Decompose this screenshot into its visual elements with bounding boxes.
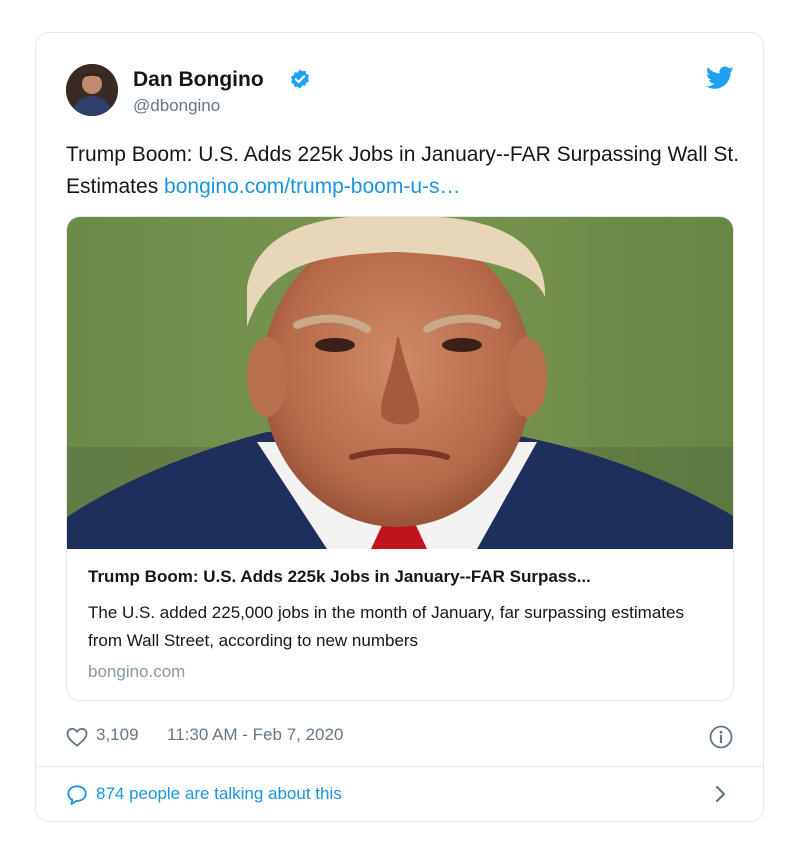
avatar-photo — [66, 64, 118, 116]
author-handle[interactable]: @dbongino — [133, 96, 220, 116]
divider — [36, 766, 763, 767]
link-card-title: Trump Boom: U.S. Adds 225k Jobs in Janua… — [88, 567, 591, 586]
link-card-description: The U.S. added 225,000 jobs in the month… — [88, 603, 684, 650]
chevron-right-icon[interactable] — [712, 783, 730, 805]
author-name[interactable]: Dan Bongino — [133, 68, 264, 92]
info-icon[interactable] — [709, 725, 733, 749]
link-card-domain: bongino.com — [88, 662, 186, 681]
link-card-image — [67, 217, 733, 549]
verified-badge-icon — [291, 69, 309, 89]
like-count[interactable]: 3,109 — [96, 725, 139, 745]
conversation-label[interactable]: 874 people are talking about this — [96, 784, 342, 804]
tweet-link[interactable]: bongino.com/trump-boom-u-s… — [164, 175, 460, 198]
heart-icon[interactable] — [66, 727, 88, 747]
chat-bubble-icon — [67, 785, 87, 806]
twitter-bird-icon[interactable] — [706, 66, 734, 90]
tweet-timestamp[interactable]: 11:30 AM - Feb 7, 2020 — [167, 725, 343, 745]
tweet-text: Trump Boom: U.S. Adds 225k Jobs in Janua… — [66, 139, 746, 203]
link-preview-card[interactable]: Trump Boom: U.S. Adds 225k Jobs in Janua… — [66, 216, 734, 701]
tweet-card: Dan Bongino @dbongino Trump Boom: U.S. A… — [35, 32, 764, 822]
author-avatar[interactable] — [66, 64, 118, 116]
